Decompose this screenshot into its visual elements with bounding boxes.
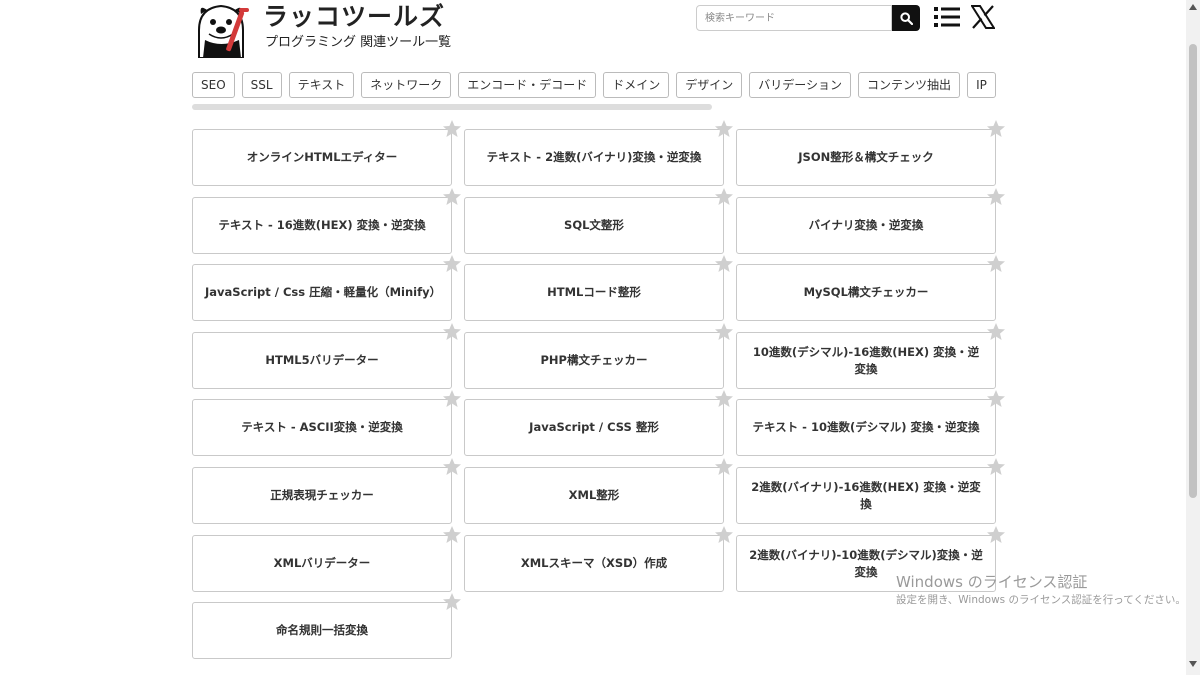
scroll-up-arrow-icon[interactable] <box>1189 4 1197 10</box>
favorite-star-icon[interactable] <box>986 457 1006 477</box>
scrollbar-thumb[interactable] <box>1189 44 1197 498</box>
search-icon <box>899 11 913 25</box>
favorite-star-icon[interactable] <box>442 457 462 477</box>
favorite-star-icon[interactable] <box>442 322 462 342</box>
list-menu-icon[interactable] <box>934 6 960 28</box>
favorite-star-icon[interactable] <box>442 187 462 207</box>
tool-card[interactable]: バイナリ変換・逆変換 <box>736 197 996 254</box>
favorite-star-icon[interactable] <box>986 119 1006 139</box>
category-tag[interactable]: ドメイン <box>603 72 670 98</box>
category-tag[interactable]: SEO <box>192 72 235 98</box>
favorite-star-icon[interactable] <box>986 389 1006 409</box>
favorite-star-icon[interactable] <box>986 187 1006 207</box>
tool-card[interactable]: テキスト - 10進数(デシマル) 変換・逆変換 <box>736 399 996 456</box>
search-input[interactable] <box>696 5 892 31</box>
tool-card[interactable]: JavaScript / CSS 整形 <box>464 399 724 456</box>
tool-card[interactable]: JavaScript / Css 圧縮・軽量化（Minify） <box>192 264 452 321</box>
tool-card[interactable]: JSON整形＆構文チェック <box>736 129 996 186</box>
category-tag[interactable]: エンコード・デコード <box>458 72 597 98</box>
tool-card[interactable]: 10進数(デシマル)-16進数(HEX) 変換・逆変換 <box>736 332 996 389</box>
tool-card[interactable]: テキスト - ASCII変換・逆変換 <box>192 399 452 456</box>
tool-card[interactable]: 正規表現チェッカー <box>192 467 452 524</box>
favorite-star-icon[interactable] <box>714 457 734 477</box>
category-tag-bar: SEO SSL テキスト ネットワーク エンコード・デコード ドメイン デザイン バリデーショ… <box>192 72 998 98</box>
tool-card[interactable]: 命名規則一括変換 <box>192 602 452 659</box>
favorite-star-icon[interactable] <box>714 119 734 139</box>
tool-card[interactable]: XML整形 <box>464 467 724 524</box>
favorite-star-icon[interactable] <box>714 322 734 342</box>
search-form <box>696 5 920 31</box>
favorite-star-icon[interactable] <box>714 525 734 545</box>
site-subtitle: プログラミング 関連ツール一覧 <box>265 35 452 50</box>
tool-card[interactable]: XMLバリデーター <box>192 535 452 592</box>
favorite-star-icon[interactable] <box>986 322 1006 342</box>
tool-card[interactable]: テキスト - 16進数(HEX) 変換・逆変換 <box>192 197 452 254</box>
category-tag[interactable]: コンテンツ抽出 <box>858 72 961 98</box>
tool-card[interactable]: 2進数(バイナリ)-10進数(デシマル)変換・逆変換 <box>736 535 996 592</box>
favorite-star-icon[interactable] <box>986 525 1006 545</box>
vertical-scrollbar[interactable] <box>1186 0 1200 675</box>
favorite-star-icon[interactable] <box>442 592 462 612</box>
tool-card[interactable]: テキスト - 2進数(バイナリ)変換・逆変換 <box>464 129 724 186</box>
favorite-star-icon[interactable] <box>442 389 462 409</box>
category-tag[interactable]: ネットワーク <box>361 72 452 98</box>
favorite-star-icon[interactable] <box>442 119 462 139</box>
category-tag[interactable]: IP <box>967 72 996 98</box>
favorite-star-icon[interactable] <box>986 254 1006 274</box>
category-tag[interactable]: バリデーション <box>749 72 852 98</box>
category-tag[interactable]: SSL <box>241 72 282 98</box>
otter-mascot-logo[interactable] <box>195 0 255 59</box>
tool-card[interactable]: オンラインHTMLエディター <box>192 129 452 186</box>
tool-card[interactable]: PHP構文チェッカー <box>464 332 724 389</box>
favorite-star-icon[interactable] <box>442 254 462 274</box>
category-tag[interactable]: テキスト <box>288 72 355 98</box>
scroll-down-arrow-icon[interactable] <box>1189 661 1197 667</box>
category-tag[interactable]: デザイン <box>676 72 743 98</box>
tool-card[interactable]: 2進数(バイナリ)-16進数(HEX) 変換・逆変換 <box>736 467 996 524</box>
favorite-star-icon[interactable] <box>442 525 462 545</box>
search-button[interactable] <box>892 5 920 31</box>
horizontal-scrollbar[interactable] <box>192 104 712 110</box>
favorite-star-icon[interactable] <box>714 389 734 409</box>
favorite-star-icon[interactable] <box>714 254 734 274</box>
tool-card[interactable]: HTMLコード整形 <box>464 264 724 321</box>
tool-card[interactable]: XMLスキーマ（XSD）作成 <box>464 535 724 592</box>
tool-card[interactable]: MySQL構文チェッカー <box>736 264 996 321</box>
site-title[interactable]: ラッコツールズ <box>263 0 445 34</box>
watermark-message: 設定を開き、Windows のライセンス認証を行ってください。 <box>896 594 1186 606</box>
tool-card[interactable]: HTML5バリデーター <box>192 332 452 389</box>
favorite-star-icon[interactable] <box>714 187 734 207</box>
tool-card[interactable]: SQL文整形 <box>464 197 724 254</box>
x-logo-icon[interactable] <box>970 5 996 29</box>
